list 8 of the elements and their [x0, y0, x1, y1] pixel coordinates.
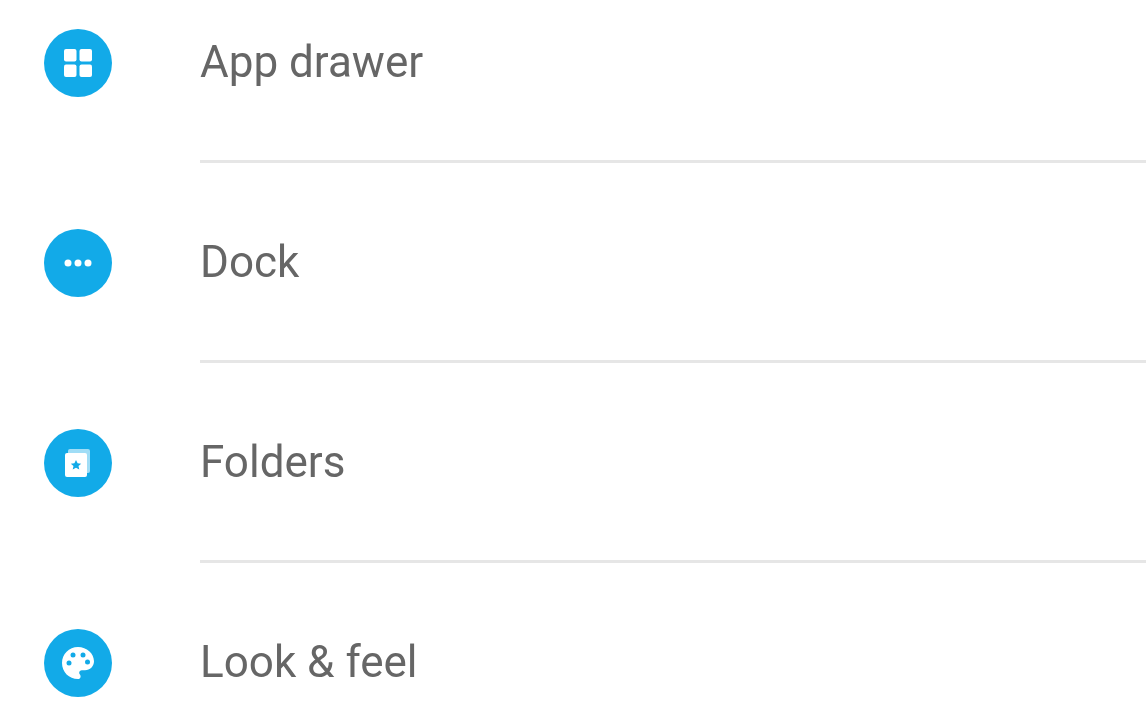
- settings-item-label[interactable]: App drawer: [200, 35, 424, 88]
- palette-icon: [44, 629, 112, 697]
- settings-item-label[interactable]: Folders: [200, 435, 346, 488]
- more-icon: [44, 229, 112, 297]
- settings-item-label[interactable]: Dock: [200, 235, 300, 288]
- folder-icon: [44, 429, 112, 497]
- settings-item-label[interactable]: Look & feel: [200, 635, 418, 688]
- grid-icon: [44, 29, 112, 97]
